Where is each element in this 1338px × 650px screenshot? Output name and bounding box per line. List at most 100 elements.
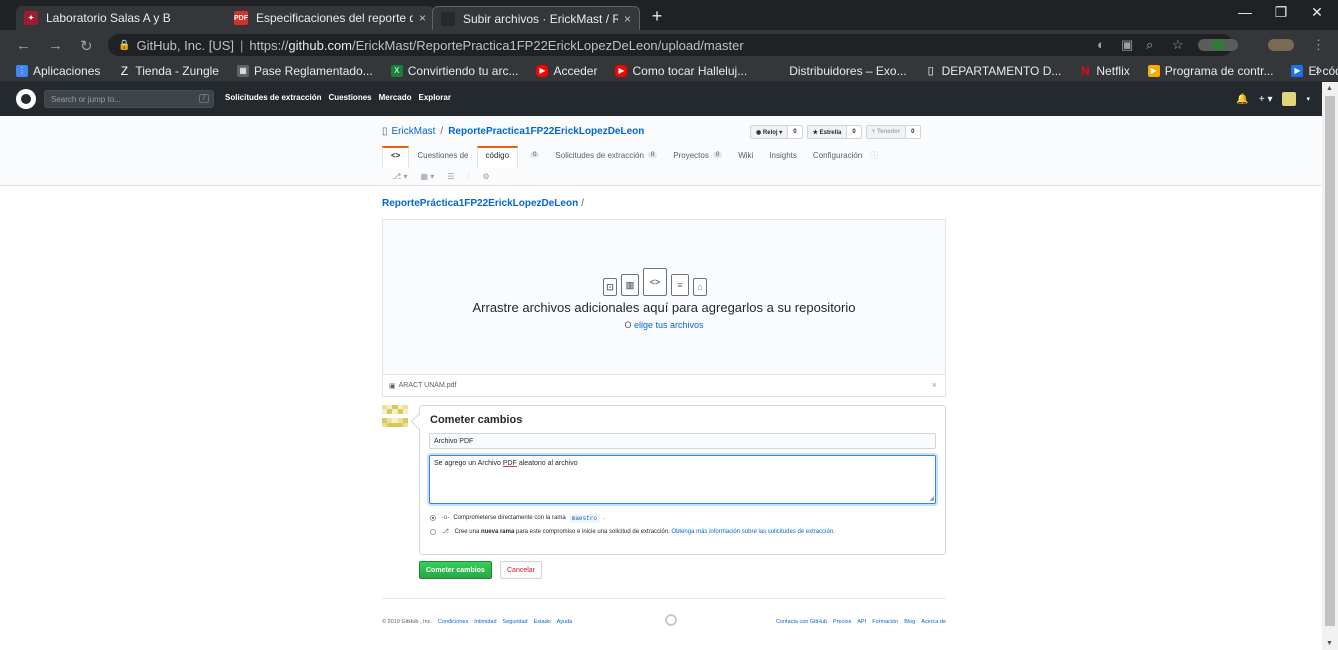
forward-arrow-icon[interactable]: →	[48, 37, 63, 54]
textarea-resize-grip-icon[interactable]: ◢	[929, 495, 934, 502]
tab-configuracion[interactable]: Configuración ⓘ	[805, 146, 886, 168]
address-bar[interactable]: 🔒 GitHub, Inc. [US] | https://github.com…	[108, 34, 1233, 56]
repo-name-link[interactable]: ReportePractica1FP22ErickLopezDeLeon	[448, 126, 644, 137]
pull-request-icon: ⎇	[442, 529, 449, 535]
cancel-button[interactable]: Cancelar	[500, 561, 543, 579]
bookmark-aplicaciones[interactable]: ⋮ Aplicaciones	[16, 64, 100, 78]
settings-gear-icon[interactable]: ⚙	[482, 172, 489, 182]
tab-close-icon[interactable]: ×	[624, 12, 631, 26]
back-arrow-icon[interactable]: ←	[16, 37, 31, 54]
learn-more-pull-requests-link[interactable]: Obtenga más información sobre las solici…	[671, 529, 834, 535]
bookmark-programa[interactable]: ▶ Programa de contr...	[1147, 64, 1273, 78]
nav-explore[interactable]: Explorar	[419, 93, 451, 102]
footer-link-training[interactable]: Formación	[872, 619, 898, 625]
tab-insights[interactable]: Insights	[761, 146, 805, 168]
repo-actions: ◉ Reloj ▾ 0 ★ Estrella 0 ⑂ Tenedor 0	[750, 125, 921, 139]
bookmark-departamento[interactable]: ▯ DEPARTAMENTO D...	[925, 64, 1062, 78]
bookmarks-more-button[interactable]: »	[1315, 63, 1322, 77]
netflix-icon: N	[1081, 63, 1090, 78]
commit-direct-option[interactable]: -o- Comprometerse directamente con la ra…	[430, 514, 935, 523]
scroll-down-arrow-icon[interactable]: ▼	[1326, 640, 1333, 647]
commit-summary-input[interactable]: Archivo PDF	[429, 433, 936, 449]
tab-wiki[interactable]: Wiki	[730, 146, 761, 168]
tab-proyectos[interactable]: Proyectos 0	[665, 146, 730, 168]
footer-link-terms[interactable]: Condiciones	[438, 619, 468, 625]
github-mark-icon[interactable]	[665, 614, 677, 626]
user-avatar[interactable]	[1282, 92, 1297, 106]
window-restore-button[interactable]: ❐	[1266, 4, 1296, 21]
tab-close-icon[interactable]: ×	[419, 11, 426, 25]
nav-pull-requests[interactable]: Solicitudes de extracción	[225, 93, 321, 102]
create-new-plus-icon[interactable]: + ▾	[1259, 94, 1273, 105]
wiki-icon[interactable]: ☰	[447, 172, 454, 182]
bookmark-acceder[interactable]: ▶ Acceder	[536, 64, 597, 78]
footer-link-about[interactable]: Acerca de	[921, 619, 946, 625]
github-logo-icon[interactable]	[16, 89, 36, 109]
browser-tab-especificaciones[interactable]: PDF Especificaciones del reporte de la ×	[226, 6, 434, 30]
footer-link-security[interactable]: Seguridad	[503, 619, 528, 625]
scrollbar-thumb[interactable]	[1325, 96, 1335, 626]
green-extension-icon[interactable]	[1212, 39, 1224, 51]
commit-new-branch-option[interactable]: ⎇ Cree una nueva rama para este compromi…	[430, 528, 935, 537]
zoom-icon[interactable]: ⌕	[1146, 37, 1153, 53]
github-search-input[interactable]: Search or jump to... /	[44, 90, 214, 108]
avatar-dropdown-caret-icon[interactable]: ▾	[1306, 95, 1310, 103]
window-minimize-button[interactable]: —	[1230, 4, 1260, 20]
repo-owner-link[interactable]: ErickMast	[392, 126, 436, 137]
reload-icon[interactable]: ↻	[80, 37, 93, 55]
tab-code-icon[interactable]: <>	[382, 146, 410, 168]
bookmark-distribuidores[interactable]: Distribuidores – Exo...	[789, 64, 906, 78]
zungle-icon: Z	[120, 63, 129, 78]
watch-count[interactable]: 0	[788, 125, 803, 139]
bookmark-star-icon[interactable]: ☆	[1172, 37, 1184, 53]
window-close-button[interactable]: ✕	[1302, 4, 1332, 21]
fork-count[interactable]: 0	[906, 125, 921, 139]
bookmark-tienda-zungle[interactable]: Z Tienda - Zungle	[118, 64, 219, 78]
file-drop-zone[interactable]: ⊡ ▥ <> ≡ ⌂ Arrastre archivos adicionales…	[382, 219, 946, 375]
footer-link-pricing[interactable]: Precios	[833, 619, 851, 625]
commit-changes-button[interactable]: Cometer cambios	[419, 561, 492, 579]
browser-tab-laboratorio[interactable]: ✦ Laboratorio Salas A y B ×	[16, 6, 242, 30]
scroll-up-arrow-icon[interactable]: ▲	[1326, 85, 1333, 92]
footer-link-blog[interactable]: Blog	[904, 619, 915, 625]
page-scrollbar[interactable]: ▲ ▼	[1322, 82, 1338, 650]
branch-name-badge: maestro	[568, 514, 600, 523]
projects-icon[interactable]: ▦ ▾	[420, 172, 434, 182]
choose-files-link[interactable]: elige tus archivos	[634, 320, 704, 330]
bookmark-pase-reglamentado[interactable]: ▦ Pase Reglamentado...	[236, 64, 373, 78]
nav-issues[interactable]: Cuestiones	[328, 93, 371, 102]
bookmark-netflix[interactable]: N Netflix	[1079, 63, 1130, 78]
footer-link-api[interactable]: API	[857, 619, 866, 625]
breadcrumb-repo-link[interactable]: ReportePráctica1FP22ErickLopezDeLeon	[382, 198, 578, 209]
footer-link-privacy[interactable]: Intimidad	[474, 619, 496, 625]
nav-marketplace[interactable]: Mercado	[379, 93, 412, 102]
uploaded-file-name: ARACT UNAM.pdf	[398, 382, 457, 389]
browser-tab-subir-archivos[interactable]: Subir archivos · ErickMast / Repo ×	[432, 6, 640, 30]
footer-link-help[interactable]: Ayuda	[557, 619, 573, 625]
tab-codigo[interactable]: código	[476, 146, 519, 168]
pdf-favicon-icon: PDF	[234, 11, 248, 25]
fork-button[interactable]: ⑂ Tenedor 0	[865, 125, 921, 139]
tab-cuestiones[interactable]: Cuestiones de	[409, 146, 476, 168]
footer-link-status[interactable]: Estado	[534, 619, 551, 625]
star-button[interactable]: ★ Estrella 0	[806, 125, 862, 139]
new-tab-button[interactable]: +	[646, 5, 668, 27]
url-prefix: https://	[249, 37, 289, 53]
insights-graph-icon[interactable]: ⫶	[467, 172, 469, 182]
footer-link-contact[interactable]: Contacta con GitHub	[776, 619, 827, 625]
tab-solicitudes[interactable]: Solicitudes de extracción 0	[547, 146, 665, 168]
user-avatar-icon[interactable]	[1268, 39, 1294, 51]
translate-icon[interactable]: ▣	[1121, 37, 1133, 53]
bookmark-convirtiendo[interactable]: X Convirtiendo tu arc...	[390, 64, 518, 78]
radio-commit-direct[interactable]	[430, 515, 436, 521]
notifications-bell-icon[interactable]: 🔔	[1236, 94, 1248, 105]
extension-icon[interactable]: ◐	[1097, 37, 1105, 52]
bookmark-como-tocar[interactable]: ▶ Como tocar Halleluj...	[615, 64, 747, 78]
watch-button[interactable]: ◉ Reloj ▾ 0	[750, 125, 803, 139]
remove-file-icon[interactable]: ×	[932, 380, 937, 390]
commit-description-textarea[interactable]: Se agrego un Archivo PDF aleatorio al ar…	[429, 455, 936, 504]
browser-menu-icon[interactable]: ⋮	[1312, 37, 1325, 53]
star-count[interactable]: 0	[847, 125, 862, 139]
pull-request-icon[interactable]: ⎇ ▾	[392, 172, 407, 182]
radio-new-branch[interactable]	[430, 529, 436, 535]
